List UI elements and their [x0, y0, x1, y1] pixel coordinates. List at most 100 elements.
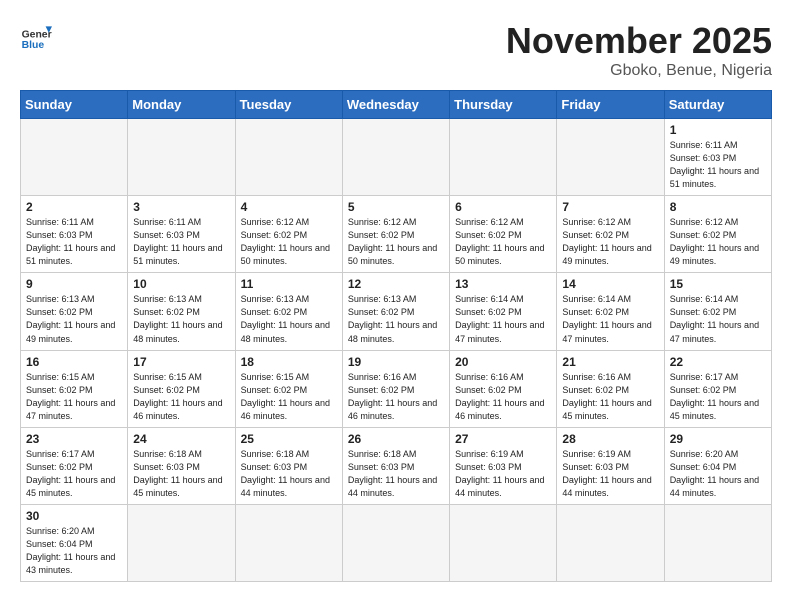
- day-number: 5: [348, 200, 444, 214]
- day-number: 2: [26, 200, 122, 214]
- calendar-cell: 1Sunrise: 6:11 AM Sunset: 6:03 PM Daylig…: [664, 119, 771, 196]
- weekday-header-tuesday: Tuesday: [235, 91, 342, 119]
- weekday-header-wednesday: Wednesday: [342, 91, 449, 119]
- day-info: Sunrise: 6:16 AM Sunset: 6:02 PM Dayligh…: [455, 371, 551, 423]
- calendar-cell: 4 Sunrise: 6:12 AM Sunset: 6:02 PM Daylig…: [235, 196, 342, 273]
- weekday-header-row: SundayMondayTuesdayWednesdayThursdayFrid…: [21, 91, 772, 119]
- day-info: Sunrise: 6:19 AM Sunset: 6:03 PM Dayligh…: [455, 448, 551, 500]
- week-row-1: 1Sunrise: 6:11 AM Sunset: 6:03 PM Daylig…: [21, 119, 772, 196]
- day-number: 28: [562, 432, 658, 446]
- calendar-cell: [21, 119, 128, 196]
- calendar-cell: [557, 504, 664, 581]
- title-block: November 2025 Gboko, Benue, Nigeria: [506, 20, 772, 80]
- calendar-cell: [342, 504, 449, 581]
- svg-text:General: General: [22, 30, 52, 41]
- weekday-header-sunday: Sunday: [21, 91, 128, 119]
- day-number: 3: [133, 200, 229, 214]
- calendar-cell: [342, 119, 449, 196]
- day-info: Sunrise: 6:17 AM Sunset: 6:02 PM Dayligh…: [26, 448, 122, 500]
- week-row-5: 23 Sunrise: 6:17 AM Sunset: 6:02 PM Dayli…: [21, 427, 772, 504]
- day-number: 24: [133, 432, 229, 446]
- day-number: 17: [133, 355, 229, 369]
- day-number: 15: [670, 277, 766, 291]
- day-info: Sunrise: 6:18 AM Sunset: 6:03 PM Dayligh…: [348, 448, 444, 500]
- calendar-cell: 10Sunrise: 6:13 AM Sunset: 6:02 PM Dayli…: [128, 273, 235, 350]
- calendar-cell: 12Sunrise: 6:13 AM Sunset: 6:02 PM Dayli…: [342, 273, 449, 350]
- calendar-cell: 16Sunrise: 6:15 AM Sunset: 6:02 PM Dayli…: [21, 350, 128, 427]
- calendar-cell: 6Sunrise: 6:12 AM Sunset: 6:02 PM Daylig…: [450, 196, 557, 273]
- logo: General Blue: [20, 20, 52, 52]
- calendar-cell: 9 Sunrise: 6:13 AM Sunset: 6:02 PM Daylig…: [21, 273, 128, 350]
- day-number: 9: [26, 277, 122, 291]
- day-number: 18: [241, 355, 337, 369]
- day-info: Sunrise: 6:17 AM Sunset: 6:02 PM Dayligh…: [670, 371, 766, 423]
- day-info: Sunrise: 6:11 AM Sunset: 6:03 PM Dayligh…: [133, 216, 229, 268]
- day-info: Sunrise: 6:15 AM Sunset: 6:02 PM Dayligh…: [241, 371, 337, 423]
- calendar-cell: [235, 119, 342, 196]
- day-number: 11: [241, 277, 337, 291]
- calendar-cell: 17Sunrise: 6:15 AM Sunset: 6:02 PM Dayli…: [128, 350, 235, 427]
- weekday-header-friday: Friday: [557, 91, 664, 119]
- day-number: 22: [670, 355, 766, 369]
- day-number: 12: [348, 277, 444, 291]
- day-number: 20: [455, 355, 551, 369]
- calendar-cell: 30Sunrise: 6:20 AM Sunset: 6:04 PM Dayli…: [21, 504, 128, 581]
- calendar-cell: [557, 119, 664, 196]
- weekday-header-thursday: Thursday: [450, 91, 557, 119]
- day-info: Sunrise: 6:14 AM Sunset: 6:02 PM Dayligh…: [455, 293, 551, 345]
- calendar-cell: 2Sunrise: 6:11 AM Sunset: 6:03 PM Daylig…: [21, 196, 128, 273]
- calendar-cell: 27 Sunrise: 6:19 AM Sunset: 6:03 PM Dayli…: [450, 427, 557, 504]
- day-info: Sunrise: 6:13 AM Sunset: 6:02 PM Dayligh…: [241, 293, 337, 345]
- calendar-cell: 29 Sunrise: 6:20 AM Sunset: 6:04 PM Dayli…: [664, 427, 771, 504]
- day-info: Sunrise: 6:14 AM Sunset: 6:02 PM Dayligh…: [670, 293, 766, 345]
- day-info: Sunrise: 6:15 AM Sunset: 6:02 PM Dayligh…: [26, 371, 122, 423]
- day-number: 8: [670, 200, 766, 214]
- calendar-cell: 24 Sunrise: 6:18 AM Sunset: 6:03 PM Dayli…: [128, 427, 235, 504]
- calendar-cell: [128, 119, 235, 196]
- calendar-cell: 8 Sunrise: 6:12 AM Sunset: 6:02 PM Daylig…: [664, 196, 771, 273]
- week-row-6: 30Sunrise: 6:20 AM Sunset: 6:04 PM Dayli…: [21, 504, 772, 581]
- calendar-cell: 28 Sunrise: 6:19 AM Sunset: 6:03 PM Dayli…: [557, 427, 664, 504]
- calendar-cell: 19Sunrise: 6:16 AM Sunset: 6:02 PM Dayli…: [342, 350, 449, 427]
- calendar-cell: [664, 504, 771, 581]
- day-number: 23: [26, 432, 122, 446]
- day-number: 14: [562, 277, 658, 291]
- month-title: November 2025: [506, 20, 772, 62]
- day-info: Sunrise: 6:12 AM Sunset: 6:02 PM Dayligh…: [562, 216, 658, 268]
- weekday-header-saturday: Saturday: [664, 91, 771, 119]
- day-info: Sunrise: 6:19 AM Sunset: 6:03 PM Dayligh…: [562, 448, 658, 500]
- day-info: Sunrise: 6:12 AM Sunset: 6:02 PM Dayligh…: [455, 216, 551, 268]
- calendar-cell: 22 Sunrise: 6:17 AM Sunset: 6:02 PM Dayli…: [664, 350, 771, 427]
- calendar-cell: [128, 504, 235, 581]
- day-number: 4: [241, 200, 337, 214]
- day-info: Sunrise: 6:12 AM Sunset: 6:02 PM Dayligh…: [348, 216, 444, 268]
- calendar-cell: 15 Sunrise: 6:14 AM Sunset: 6:02 PM Dayli…: [664, 273, 771, 350]
- day-info: Sunrise: 6:18 AM Sunset: 6:03 PM Dayligh…: [133, 448, 229, 500]
- day-number: 19: [348, 355, 444, 369]
- day-number: 27: [455, 432, 551, 446]
- day-info: Sunrise: 6:12 AM Sunset: 6:02 PM Dayligh…: [670, 216, 766, 268]
- day-info: Sunrise: 6:13 AM Sunset: 6:02 PM Dayligh…: [26, 293, 122, 345]
- calendar-cell: [450, 119, 557, 196]
- day-info: Sunrise: 6:12 AM Sunset: 6:02 PM Dayligh…: [241, 216, 337, 268]
- calendar-cell: 26 Sunrise: 6:18 AM Sunset: 6:03 PM Dayli…: [342, 427, 449, 504]
- week-row-4: 16Sunrise: 6:15 AM Sunset: 6:02 PM Dayli…: [21, 350, 772, 427]
- calendar-cell: 14Sunrise: 6:14 AM Sunset: 6:02 PM Dayli…: [557, 273, 664, 350]
- calendar-cell: 18 Sunrise: 6:15 AM Sunset: 6:02 PM Dayli…: [235, 350, 342, 427]
- header: General Blue November 2025 Gboko, Benue,…: [20, 20, 772, 80]
- calendar-cell: 20 Sunrise: 6:16 AM Sunset: 6:02 PM Dayli…: [450, 350, 557, 427]
- logo-icon: General Blue: [20, 20, 52, 52]
- calendar-cell: 21Sunrise: 6:16 AM Sunset: 6:02 PM Dayli…: [557, 350, 664, 427]
- week-row-3: 9 Sunrise: 6:13 AM Sunset: 6:02 PM Daylig…: [21, 273, 772, 350]
- day-number: 29: [670, 432, 766, 446]
- day-info: Sunrise: 6:20 AM Sunset: 6:04 PM Dayligh…: [26, 525, 122, 577]
- calendar-cell: [450, 504, 557, 581]
- day-number: 26: [348, 432, 444, 446]
- day-number: 13: [455, 277, 551, 291]
- day-info: Sunrise: 6:16 AM Sunset: 6:02 PM Dayligh…: [562, 371, 658, 423]
- calendar-cell: 5 Sunrise: 6:12 AM Sunset: 6:02 PM Daylig…: [342, 196, 449, 273]
- day-info: Sunrise: 6:18 AM Sunset: 6:03 PM Dayligh…: [241, 448, 337, 500]
- day-info: Sunrise: 6:20 AM Sunset: 6:04 PM Dayligh…: [670, 448, 766, 500]
- calendar-cell: 3 Sunrise: 6:11 AM Sunset: 6:03 PM Daylig…: [128, 196, 235, 273]
- day-number: 1: [670, 123, 766, 137]
